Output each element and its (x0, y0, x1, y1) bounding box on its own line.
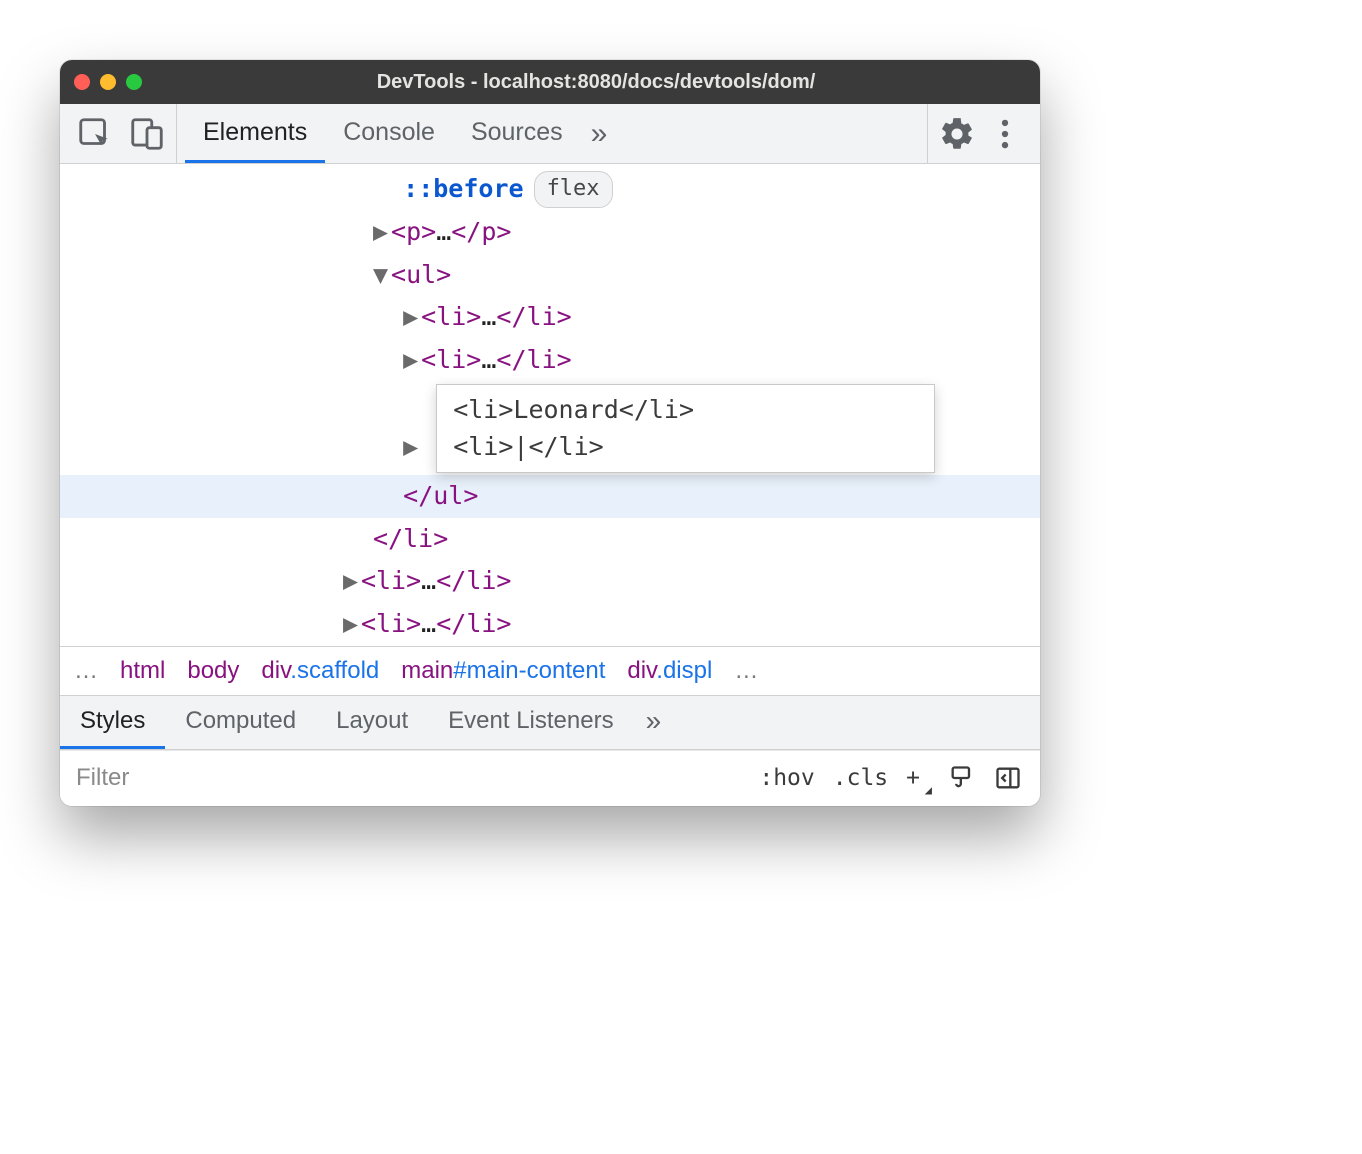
breadcrumb-trailing-ellipsis[interactable]: … (734, 657, 758, 685)
tabs-overflow-button[interactable]: » (581, 104, 618, 163)
hov-toggle[interactable]: :hov (759, 765, 814, 791)
dropdown-caret-icon: ◢ (925, 783, 932, 797)
edit-line-2: <li>|</li> (453, 432, 604, 461)
breadcrumb-main[interactable]: main#main-content (401, 657, 605, 685)
tab-console[interactable]: Console (325, 104, 453, 163)
breadcrumb-body[interactable]: body (187, 657, 239, 685)
kebab-menu-icon[interactable] (986, 115, 1024, 153)
dom-close-li[interactable]: </li> (60, 518, 1040, 561)
styles-filter-bar: :hov .cls +◢ (60, 750, 1040, 806)
styles-subtabs: Styles Computed Layout Event Listeners » (60, 696, 1040, 750)
tab-sources[interactable]: Sources (453, 104, 581, 163)
subtab-event-listeners[interactable]: Event Listeners (428, 696, 633, 749)
tab-elements[interactable]: Elements (185, 104, 325, 163)
breadcrumb-leading-ellipsis[interactable]: … (74, 657, 98, 685)
dom-node-li[interactable]: ▶<li>…</li> (60, 560, 1040, 603)
main-toolbar: Elements Console Sources » (60, 104, 1040, 164)
toolbar-right-icons (927, 104, 1034, 163)
dom-node-li[interactable]: ▶<li>…</li> (60, 296, 1040, 339)
zoom-window-button[interactable] (126, 74, 142, 90)
window-title: DevTools - localhost:8080/docs/devtools/… (166, 71, 1026, 94)
gear-icon[interactable] (938, 115, 976, 153)
traffic-lights (74, 74, 142, 90)
expand-arrow-icon[interactable]: ▶ (403, 341, 421, 380)
dom-node-li[interactable]: ▶<li>…</li> (60, 339, 1040, 382)
close-window-button[interactable] (74, 74, 90, 90)
new-style-rule-button[interactable]: +◢ (906, 765, 930, 791)
expand-arrow-icon[interactable]: ▶ (343, 605, 361, 644)
flex-badge[interactable]: flex (534, 171, 613, 208)
dom-breadcrumbs[interactable]: … html body div.scaffold main#main-conte… (60, 646, 1040, 696)
dom-node-p[interactable]: ▶<p>…</p> (60, 211, 1040, 254)
expand-arrow-icon[interactable]: ▶ (403, 428, 421, 467)
styles-filter-input[interactable] (60, 751, 741, 806)
expand-arrow-icon[interactable]: ▶ (343, 562, 361, 601)
computed-sidebar-toggle-icon[interactable] (994, 764, 1022, 792)
breadcrumb-html[interactable]: html (120, 657, 165, 685)
subtab-computed[interactable]: Computed (165, 696, 316, 749)
main-tabs: Elements Console Sources » (185, 104, 927, 163)
titlebar: DevTools - localhost:8080/docs/devtools/… (60, 60, 1040, 104)
expand-arrow-icon[interactable]: ▶ (373, 213, 391, 252)
dom-close-ul[interactable]: </ul> (60, 475, 1040, 518)
dom-tree-panel[interactable]: ::beforeflex ▶<p>…</p> ▼<ul> ▶<li>…</li>… (60, 164, 1040, 646)
minimize-window-button[interactable] (100, 74, 116, 90)
edit-line-1: <li>Leonard</li> (453, 395, 694, 424)
subtabs-overflow-button[interactable]: » (634, 696, 674, 749)
inspect-element-icon[interactable] (76, 115, 114, 153)
subtab-layout[interactable]: Layout (316, 696, 428, 749)
devtools-window: DevTools - localhost:8080/docs/devtools/… (60, 60, 1040, 806)
expand-arrow-icon[interactable]: ▶ (403, 298, 421, 337)
dom-pseudo-before[interactable]: ::beforeflex (60, 168, 1040, 211)
tool-icons-group (66, 104, 177, 163)
html-edit-textarea[interactable]: <li>Leonard</li> <li>|</li> (436, 384, 935, 473)
subtab-styles[interactable]: Styles (60, 696, 165, 749)
cls-toggle[interactable]: .cls (833, 765, 888, 791)
paint-brush-icon[interactable] (948, 764, 976, 792)
dom-node-li[interactable]: ▶<li>…</li> (60, 603, 1040, 646)
collapse-arrow-icon[interactable]: ▼ (373, 256, 391, 295)
dom-edit-region: ▶ <li>Leonard</li> <li>|</li> (60, 382, 1040, 475)
breadcrumb-div-displ[interactable]: div.displ (627, 657, 712, 685)
breadcrumb-div-scaffold[interactable]: div.scaffold (261, 657, 379, 685)
device-toolbar-icon[interactable] (128, 115, 166, 153)
dom-node-ul[interactable]: ▼<ul> (60, 254, 1040, 297)
styles-filter-controls: :hov .cls +◢ (741, 764, 1040, 792)
